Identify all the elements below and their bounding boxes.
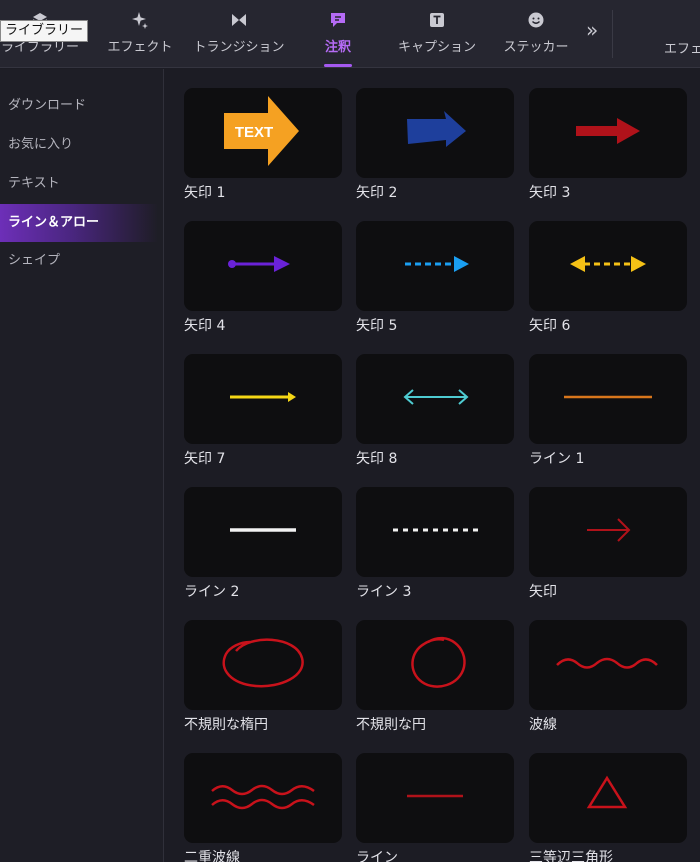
sticker-icon: [526, 10, 546, 30]
asset-label: 矢印 3: [529, 185, 571, 201]
asset-label: 波線: [529, 717, 557, 733]
asset-thumb-arrow-5[interactable]: [356, 221, 514, 311]
asset-label: 矢印: [529, 584, 557, 600]
asset-thumb-arrow-2[interactable]: [356, 88, 514, 178]
tab-label: トランジション: [193, 40, 285, 55]
asset-label: 矢印 5: [356, 318, 398, 334]
tab-annotation[interactable]: 注釈: [310, 0, 366, 68]
asset-label: 矢印 1: [184, 185, 226, 201]
sidebar-item-favorites[interactable]: お気に入り: [0, 126, 158, 164]
right-panel-tab-label[interactable]: エフェクト: [664, 38, 700, 57]
asset-label: ライン 2: [184, 584, 240, 600]
asset-thumb-arrow-3[interactable]: [529, 88, 687, 178]
tab-transition[interactable]: トランジション: [193, 0, 285, 68]
sidebar-item-lines-arrows[interactable]: ライン＆アロー: [0, 204, 158, 242]
asset-thumb-arrow-7[interactable]: [184, 354, 342, 444]
asset-label: 二重波線: [184, 850, 240, 862]
sidebar-item-shapes[interactable]: シェイプ: [0, 242, 158, 280]
asset-thumb-double-wavy-line[interactable]: [184, 753, 342, 843]
tooltip: ライブラリー: [0, 20, 89, 42]
asset-thumb-arrow-1[interactable]: TEXT: [184, 88, 342, 178]
asset-thumb-isosceles-triangle[interactable]: [529, 753, 687, 843]
active-tab-indicator: [324, 64, 352, 67]
asset-label: ライン 3: [356, 584, 412, 600]
top-tab-bar: ライブラリー エフェクト トランジション 注釈 キャプション ステッカー » エ…: [0, 0, 700, 68]
asset-label: ライン 1: [529, 451, 585, 467]
asset-thumb-irregular-circle[interactable]: [356, 620, 514, 710]
asset-thumb-line-2[interactable]: [184, 487, 342, 577]
asset-thumb-arrow-plain[interactable]: [529, 487, 687, 577]
asset-label: 矢印 4: [184, 318, 226, 334]
tab-divider: [612, 10, 613, 58]
caption-icon: [427, 10, 447, 30]
asset-thumb-line-3[interactable]: [356, 487, 514, 577]
asset-thumb-arrow-6[interactable]: [529, 221, 687, 311]
tab-caption[interactable]: キャプション: [398, 0, 477, 68]
asset-thumb-line[interactable]: [356, 753, 514, 843]
asset-label: 不規則な円: [356, 717, 426, 733]
tab-sticker[interactable]: ステッカー: [500, 0, 572, 68]
asset-thumb-arrow-8[interactable]: [356, 354, 514, 444]
asset-label: 矢印 6: [529, 318, 571, 334]
asset-label: 矢印 2: [356, 185, 398, 201]
tab-effects[interactable]: エフェクト: [107, 0, 173, 68]
sidebar-item-text[interactable]: テキスト: [0, 165, 158, 203]
sidebar-item-download[interactable]: ダウンロード: [0, 87, 158, 125]
tab-label: エフェクト: [107, 40, 173, 55]
sparkle-icon: [130, 10, 150, 30]
asset-label: ライン: [356, 850, 398, 862]
asset-thumb-arrow-4[interactable]: [184, 221, 342, 311]
chevron-double-right-icon[interactable]: »: [586, 18, 598, 42]
tab-label: ステッカー: [503, 40, 569, 55]
asset-label: 不規則な楕円: [184, 717, 268, 733]
transition-icon: [229, 10, 249, 30]
asset-label: 矢印 7: [184, 451, 226, 467]
arrow-text-label: TEXT: [235, 124, 273, 141]
annotation-icon: [328, 10, 348, 30]
asset-thumb-line-1[interactable]: [529, 354, 687, 444]
asset-label: 三等辺三角形: [529, 850, 613, 862]
tab-label: 注釈: [324, 40, 351, 55]
asset-label: 矢印 8: [356, 451, 398, 467]
tab-label: キャプション: [398, 40, 477, 55]
asset-thumb-wavy-line[interactable]: [529, 620, 687, 710]
asset-thumb-irregular-ellipse[interactable]: [184, 620, 342, 710]
asset-grid: TEXT 矢印 1 矢印 2 矢印 3 矢印 4 矢印 5 矢印 6 矢印 7 …: [164, 69, 700, 862]
category-sidebar: ダウンロード お気に入り テキスト ライン＆アロー シェイプ: [0, 69, 164, 862]
